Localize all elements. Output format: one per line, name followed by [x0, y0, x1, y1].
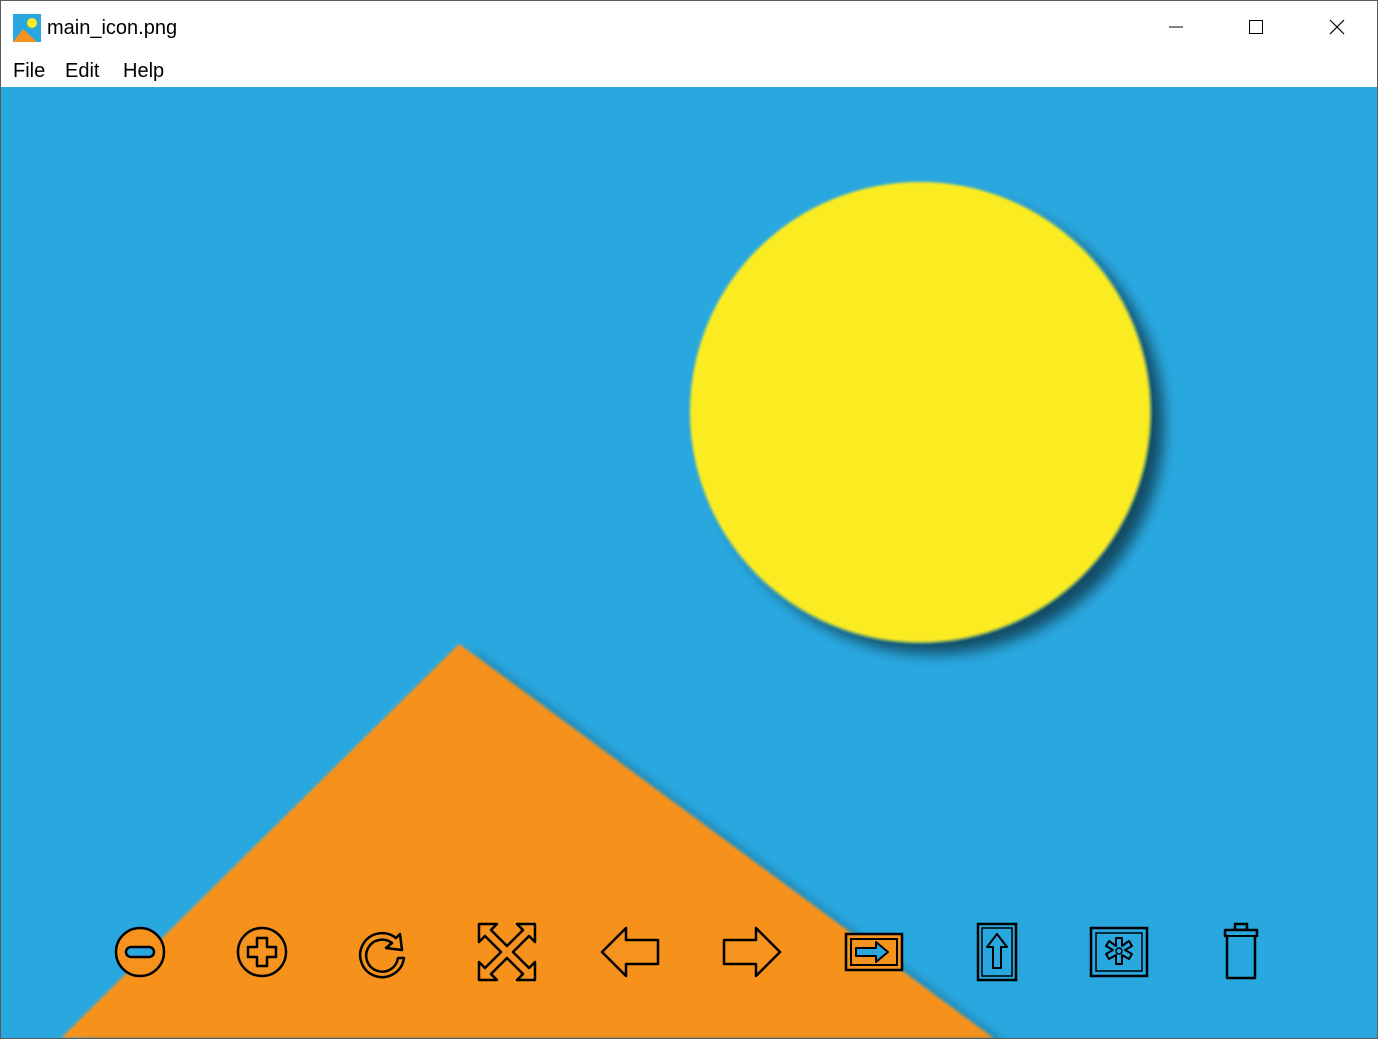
settings-button[interactable]: [1087, 920, 1151, 984]
menu-bar: File Edit Help: [1, 53, 1377, 87]
zoom-out-icon: [114, 926, 166, 978]
title-bar[interactable]: main_icon.png: [1, 1, 1377, 53]
zoom-in-button[interactable]: [230, 920, 294, 984]
next-arrow-icon: [722, 926, 782, 978]
open-with-button[interactable]: [842, 920, 906, 984]
menu-file[interactable]: File: [13, 59, 45, 83]
upload-button[interactable]: [965, 920, 1029, 984]
image-canvas[interactable]: [1, 87, 1377, 1038]
upload-icon: [976, 922, 1018, 982]
next-button[interactable]: [720, 920, 784, 984]
minimize-icon: [1169, 26, 1183, 28]
displayed-image: [1, 87, 1377, 1038]
delete-button[interactable]: [1209, 920, 1273, 984]
menu-help[interactable]: Help: [123, 59, 164, 83]
rotate-icon: [358, 931, 406, 979]
fit-to-window-icon: [477, 922, 537, 982]
close-icon: [1329, 19, 1345, 35]
maximize-icon: [1249, 20, 1263, 34]
image-viewer-window: main_icon.png File Edit Help: [0, 0, 1378, 1039]
minimize-button[interactable]: [1136, 1, 1216, 53]
zoom-out-button[interactable]: [108, 920, 172, 984]
app-icon: [13, 14, 41, 42]
window-title: main_icon.png: [47, 17, 178, 39]
open-with-icon: [844, 932, 904, 972]
maximize-button[interactable]: [1216, 1, 1296, 53]
fit-to-window-button[interactable]: [475, 920, 539, 984]
menu-edit[interactable]: Edit: [65, 59, 99, 83]
rotate-button[interactable]: [352, 920, 416, 984]
sun-shape: [690, 182, 1150, 642]
delete-trash-icon: [1223, 922, 1259, 980]
close-button[interactable]: [1297, 1, 1377, 53]
previous-button[interactable]: [598, 920, 662, 984]
settings-icon: [1089, 926, 1149, 978]
zoom-in-icon: [236, 926, 288, 978]
previous-arrow-icon: [600, 926, 660, 978]
